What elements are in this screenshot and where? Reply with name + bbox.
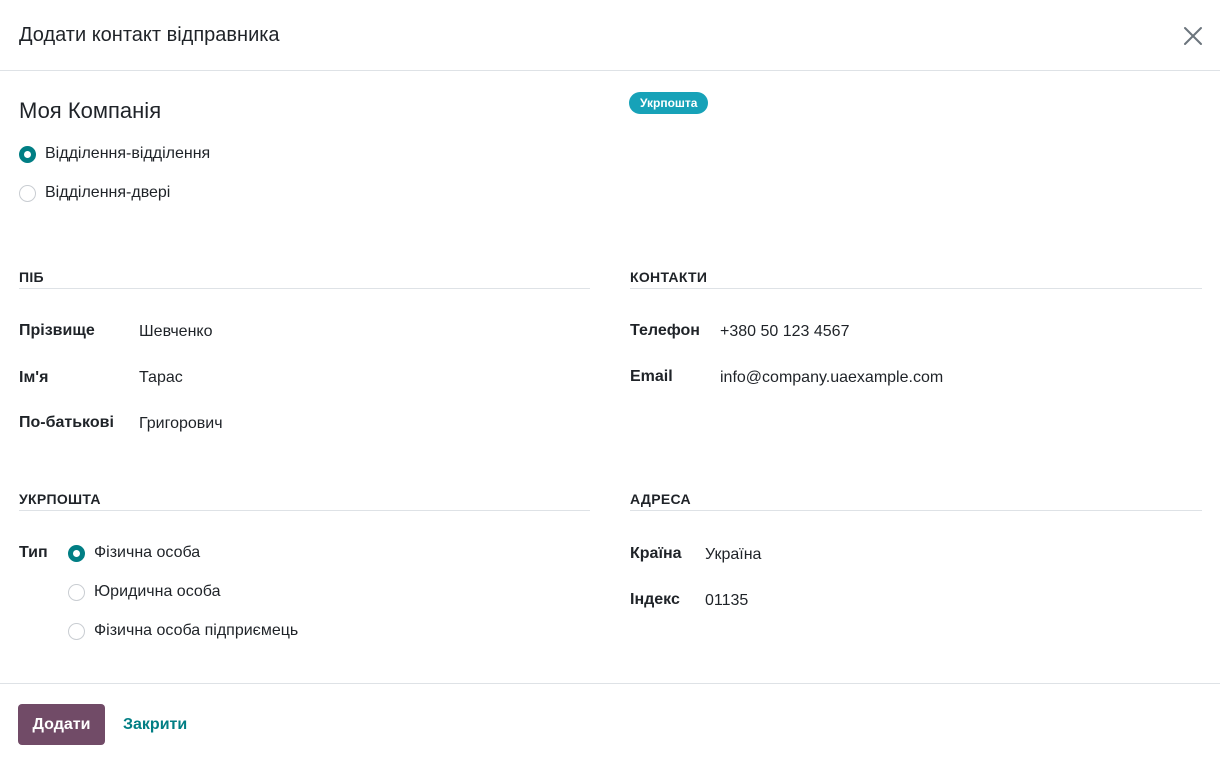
dialog-title: Додати контакт відправника [19, 24, 280, 46]
field-value-email[interactable]: info@company.uaexample.com [720, 369, 943, 387]
close-button[interactable] [1179, 22, 1207, 50]
type-option-legal-entity[interactable]: Юридична особа [68, 583, 220, 601]
type-option-label: Фізична особа підприємець [94, 622, 299, 639]
carrier-badge: Укрпошта [629, 92, 709, 114]
section-divider [630, 510, 1202, 511]
radio-unchecked[interactable] [68, 583, 85, 601]
field-value-patronymic[interactable]: Григорович [139, 415, 223, 433]
add-sender-contact-dialog: Додати контакт відправника Моя Компанія … [0, 0, 1220, 761]
type-option-label: Фізична особа [94, 544, 201, 561]
section-divider [19, 288, 590, 289]
field-label-postal-code: Індекс [630, 591, 680, 608]
section-title-contacts: КОНТАКТИ [630, 269, 708, 285]
field-label-last-name: Прізвище [19, 322, 95, 339]
delivery-option-label: Відділення-двері [45, 184, 171, 201]
radio-unchecked[interactable] [19, 184, 36, 202]
type-option-entrepreneur[interactable]: Фізична особа підприємець [68, 622, 298, 640]
section-title-ukrposhta: УКРПОШТА [19, 491, 101, 507]
field-value-phone[interactable]: +380 50 123 4567 [720, 323, 849, 341]
field-label-country: Країна [630, 545, 682, 562]
close-icon [1184, 27, 1202, 45]
field-value-first-name[interactable]: Тарас [139, 369, 183, 387]
type-option-label: Юридична особа [94, 583, 221, 600]
section-divider [630, 288, 1202, 289]
field-value-last-name[interactable]: Шевченко [139, 323, 213, 341]
field-label-patronymic: По-батькові [19, 414, 114, 431]
radio-checked[interactable] [68, 544, 85, 562]
type-option-individual[interactable]: Фізична особа [68, 544, 200, 562]
field-label-email: Email [630, 368, 673, 385]
delivery-option-branch-door[interactable]: Відділення-двері [19, 184, 170, 202]
field-label-type: Тип [19, 544, 48, 561]
field-label-phone: Телефон [630, 322, 700, 339]
section-divider [19, 510, 590, 511]
dialog-header: Додати контакт відправника [0, 0, 1220, 71]
section-title-address: АДРЕСА [630, 491, 691, 507]
field-label-first-name: Ім'я [19, 369, 49, 386]
field-value-country[interactable]: Україна [705, 546, 761, 564]
section-title-name: ПІБ [19, 269, 44, 285]
delivery-option-label: Відділення-відділення [45, 145, 211, 162]
delivery-option-branch-branch[interactable]: Відділення-відділення [19, 145, 210, 163]
dialog-body: Моя Компанія Укрпошта Відділення-відділе… [0, 71, 1220, 683]
radio-unchecked[interactable] [68, 622, 85, 640]
radio-checked[interactable] [19, 145, 36, 163]
add-button[interactable]: Додати [18, 704, 105, 745]
close-link-button[interactable]: Закрити [123, 704, 187, 745]
dialog-footer: Додати Закрити [0, 683, 1220, 761]
company-name: Моя Компанія [19, 98, 162, 123]
field-value-postal-code[interactable]: 01135 [705, 592, 748, 610]
